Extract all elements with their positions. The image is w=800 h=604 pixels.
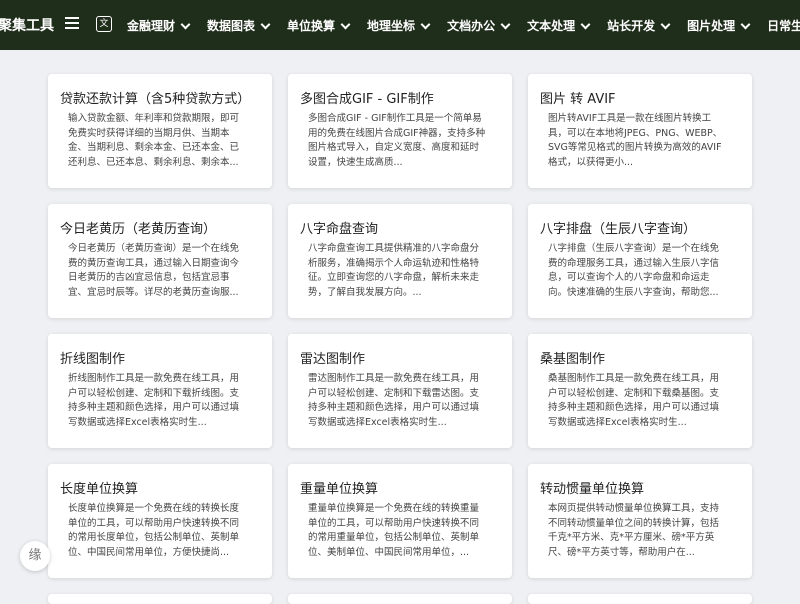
card-title: 折线图制作 xyxy=(60,352,126,367)
card-description: 输入贷款金额、年利率和贷款期限，即可免费实时获得详细的当期月供、当期本金、当期利… xyxy=(68,113,240,168)
card-description: 八字排盘（生辰八字查询）是一个在线免费的命理服务工具，通过输入生辰八字信息，可以… xyxy=(548,243,720,298)
nav-item-text[interactable]: 文本处理 xyxy=(527,17,591,34)
nav-label: 数据图表 xyxy=(207,19,256,33)
site-brand[interactable]: 聚集工具 xyxy=(0,15,54,35)
nav-label: 地理坐标 xyxy=(367,19,416,33)
tool-card[interactable]: 雷达图制作雷达图制作工具是一款免费在线工具，用户可以轻松创建、定制和下载雷达图。… xyxy=(288,334,512,448)
nav-item-finance[interactable]: 金融理财 xyxy=(127,17,191,34)
chevron-down-icon xyxy=(500,19,511,29)
chevron-down-icon xyxy=(420,19,431,29)
tool-card-partial[interactable] xyxy=(288,594,512,604)
nav-label: 站长开发 xyxy=(607,19,656,33)
card-description: 桑基图制作工具是一款免费在线工具，用户可以轻松创建、定制和下载桑基图。支持多种主… xyxy=(548,373,720,428)
floating-fate-button[interactable]: 缘 xyxy=(20,541,50,571)
tool-card[interactable]: 八字排盘（生辰八字查询） 八字排盘（生辰八字查询）是一个在线免费的命理服务工具，通… xyxy=(528,204,752,318)
nav-item-units[interactable]: 单位换算 xyxy=(287,17,351,34)
card-title: 转动惯量单位换算 xyxy=(540,482,645,497)
chevron-down-icon xyxy=(580,19,591,29)
top-nav-bar: 聚集工具 文 金融理财 数据图表 单位换算 地理坐标 文档办公 文本处理 站长开… xyxy=(0,0,800,50)
nav-item-daily[interactable]: 日常生活 xyxy=(767,17,800,34)
tool-card[interactable]: 八字命盘查询八字命盘查询工具提供精准的八字命盘分析服务，准确揭示个人命运轨迹和性… xyxy=(288,204,512,318)
nav-label: 日常生活 xyxy=(767,19,800,33)
nav-label: 单位换算 xyxy=(287,19,336,33)
main-nav: 金融理财 数据图表 单位换算 地理坐标 文档办公 文本处理 站长开发 图片处理 … xyxy=(127,17,800,34)
translate-icon[interactable]: 文 xyxy=(96,16,112,32)
tool-card[interactable]: 多图合成GIF - GIF制作多图合成GIF - GIF制作工具是一个简单易用的… xyxy=(288,74,512,188)
chevron-down-icon xyxy=(740,19,751,29)
card-title: 多图合成GIF - GIF制作 xyxy=(300,92,434,107)
tool-card[interactable]: 折线图制作折线图制作工具是一款免费在线工具，用户可以轻松创建、定制和下载折线图。… xyxy=(48,334,272,448)
card-description: 重量单位换算是一个免费在线的转换重量单位的工具，可以帮助用户快速转换不同的常用重… xyxy=(308,503,480,558)
tool-card[interactable]: 转动惯量单位换算本网页提供转动惯量单位换算工具，支持不同转动惯量单位之间的转换计… xyxy=(528,464,752,578)
card-title: 八字命盘查询 xyxy=(300,222,379,237)
card-description: 多图合成GIF - GIF制作工具是一个简单易用的免费在线图片合成GIF神器，支… xyxy=(308,113,486,168)
tool-card[interactable]: 今日老黄历（老黄历查询） 今日老黄历（老黄历查询）是一个在线免费的黄历查询工具，通… xyxy=(48,204,272,318)
tool-card[interactable]: 长度单位换算长度单位换算是一个免费在线的转换长度单位的工具，可以帮助用户快速转换… xyxy=(48,464,272,578)
card-description: 雷达图制作工具是一款免费在线工具，用户可以轻松创建、定制和下载雷达图。支持多种主… xyxy=(308,373,480,428)
card-title: 贷款还款计算（含5种贷款方式） xyxy=(60,92,251,107)
nav-label: 文档办公 xyxy=(447,19,496,33)
nav-label: 文本处理 xyxy=(527,19,576,33)
card-description: 本网页提供转动惯量单位换算工具，支持不同转动惯量单位之间的转换计算，包括千克*平… xyxy=(548,503,720,558)
nav-label: 金融理财 xyxy=(127,19,176,33)
card-description: 图片转AVIF工具是一款在线图片转换工具，可以在本地将JPEG、PNG、WEBP… xyxy=(548,113,723,168)
card-title: 长度单位换算 xyxy=(60,482,139,497)
nav-label: 图片处理 xyxy=(687,19,736,33)
card-title: 八字排盘（生辰八字查询） xyxy=(540,222,697,237)
nav-item-image[interactable]: 图片处理 xyxy=(687,17,751,34)
tool-card[interactable]: 图片 转 AVIF 图片转AVIF工具是一款在线图片转换工具，可以在本地将JPEG… xyxy=(528,74,752,188)
chevron-down-icon xyxy=(340,19,351,29)
chevron-down-icon xyxy=(660,19,671,29)
card-title: 图片 转 AVIF xyxy=(540,92,616,107)
card-title: 雷达图制作 xyxy=(300,352,366,367)
chevron-down-icon xyxy=(180,19,191,29)
card-title: 今日老黄历（老黄历查询） xyxy=(60,222,217,237)
card-description: 八字命盘查询工具提供精准的八字命盘分析服务，准确揭示个人命运轨迹和性格特征。立即… xyxy=(308,243,480,298)
card-description: 今日老黄历（老黄历查询）是一个在线免费的黄历查询工具，通过输入日期查询今日老黄历… xyxy=(68,243,240,298)
card-description: 折线图制作工具是一款免费在线工具，用户可以轻松创建、定制和下载折线图。支持多种主… xyxy=(68,373,240,428)
nav-item-office[interactable]: 文档办公 xyxy=(447,17,511,34)
card-title: 桑基图制作 xyxy=(540,352,606,367)
nav-item-charts[interactable]: 数据图表 xyxy=(207,17,271,34)
nav-item-dev[interactable]: 站长开发 xyxy=(607,17,671,34)
nav-item-geo[interactable]: 地理坐标 xyxy=(367,17,431,34)
tool-card-partial[interactable] xyxy=(48,594,272,604)
tool-card[interactable]: 桑基图制作桑基图制作工具是一款免费在线工具，用户可以轻松创建、定制和下载桑基图。… xyxy=(528,334,752,448)
menu-icon[interactable] xyxy=(65,17,79,29)
card-title: 重量单位换算 xyxy=(300,482,379,497)
tool-card-partial[interactable] xyxy=(528,594,752,604)
card-description: 长度单位换算是一个免费在线的转换长度单位的工具，可以帮助用户快速转换不同的常用长… xyxy=(68,503,240,558)
tool-card[interactable]: 贷款还款计算（含5种贷款方式） 输入贷款金额、年利率和贷款期限，即可免费实时获得详… xyxy=(48,74,272,188)
tool-card[interactable]: 重量单位换算重量单位换算是一个免费在线的转换重量单位的工具，可以帮助用户快速转换… xyxy=(288,464,512,578)
chevron-down-icon xyxy=(260,19,271,29)
